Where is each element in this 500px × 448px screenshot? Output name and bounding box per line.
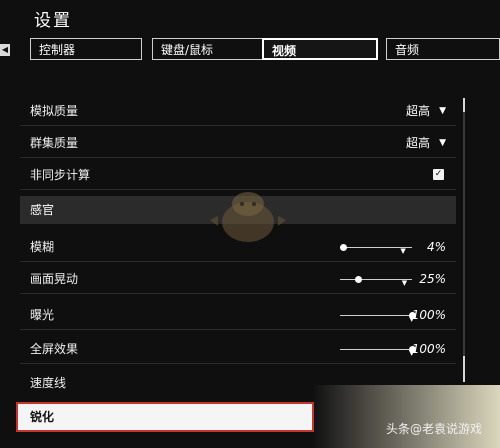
tab-audio[interactable]: 音频 — [386, 38, 500, 60]
default-marker-icon: ▼ — [401, 279, 408, 287]
async-compute-checkbox[interactable]: ✓ — [433, 169, 444, 180]
setting-crowd-quality[interactable]: 群集质量 超高 ▼ — [20, 128, 456, 158]
setting-simulation-quality[interactable]: 模拟质量 超高 ▼ — [20, 96, 456, 126]
setting-label: 非同步计算 — [30, 168, 91, 182]
dropdown-arrow-icon[interactable]: ▼ — [439, 128, 446, 158]
setting-label: 曝光 — [30, 308, 55, 322]
setting-label: 群集质量 — [30, 136, 79, 150]
setting-sharpen[interactable]: 锐化 — [16, 402, 314, 432]
section-label: 感官 — [30, 203, 55, 217]
setting-value[interactable]: 超高 — [406, 96, 430, 126]
setting-label: 全屏效果 — [30, 342, 79, 356]
setting-fullscreen-effects[interactable]: 全屏效果 ▼ 100% — [20, 334, 456, 364]
setting-value[interactable]: 超高 — [406, 128, 430, 158]
page-title: 设置 — [34, 11, 72, 31]
slider-value: 25% — [419, 272, 446, 286]
setting-label: 模糊 — [30, 240, 55, 254]
exposure-slider[interactable]: ▼ — [340, 312, 416, 323]
setting-label: 速度线 — [30, 376, 67, 390]
scroll-thumb-top[interactable] — [463, 98, 465, 112]
slider-knob[interactable] — [339, 244, 347, 251]
dropdown-arrow-icon[interactable]: ▼ — [439, 96, 446, 126]
setting-screen-shake[interactable]: 画面晃动 ▼ 25% — [20, 264, 456, 294]
setting-exposure[interactable]: 曝光 ▼ 100% — [20, 300, 456, 330]
screen-shake-slider[interactable]: ▼ — [340, 276, 412, 287]
watermark-text: 头条@老袁说游戏 — [385, 422, 482, 436]
slider-value: 4% — [426, 240, 446, 254]
glow-overlay — [312, 385, 500, 448]
setting-label: 模拟质量 — [30, 104, 79, 118]
scroll-thumb-bottom[interactable] — [463, 356, 465, 382]
tab-keyboard-mouse[interactable]: 键盘/鼠标 — [152, 38, 276, 60]
left-shoulder-icon: ◀ — [0, 44, 10, 56]
slider-value: 100% — [411, 342, 446, 356]
blur-slider[interactable]: ▼ — [339, 244, 412, 255]
fullscreen-effects-slider[interactable]: ▼ — [340, 346, 416, 357]
tab-controller[interactable]: 控制器 — [30, 38, 142, 60]
tab-video[interactable]: 视频 — [262, 38, 378, 60]
default-marker-icon: ▼ — [400, 247, 406, 255]
scrollbar[interactable] — [463, 98, 465, 382]
tab-bar: 控制器 键盘/鼠标 视频 音频 — [20, 38, 500, 64]
slider-value: 100% — [411, 308, 446, 322]
mascot-watermark-icon — [210, 192, 286, 242]
setting-label: 画面晃动 — [30, 272, 79, 286]
slider-knob[interactable] — [355, 276, 362, 283]
